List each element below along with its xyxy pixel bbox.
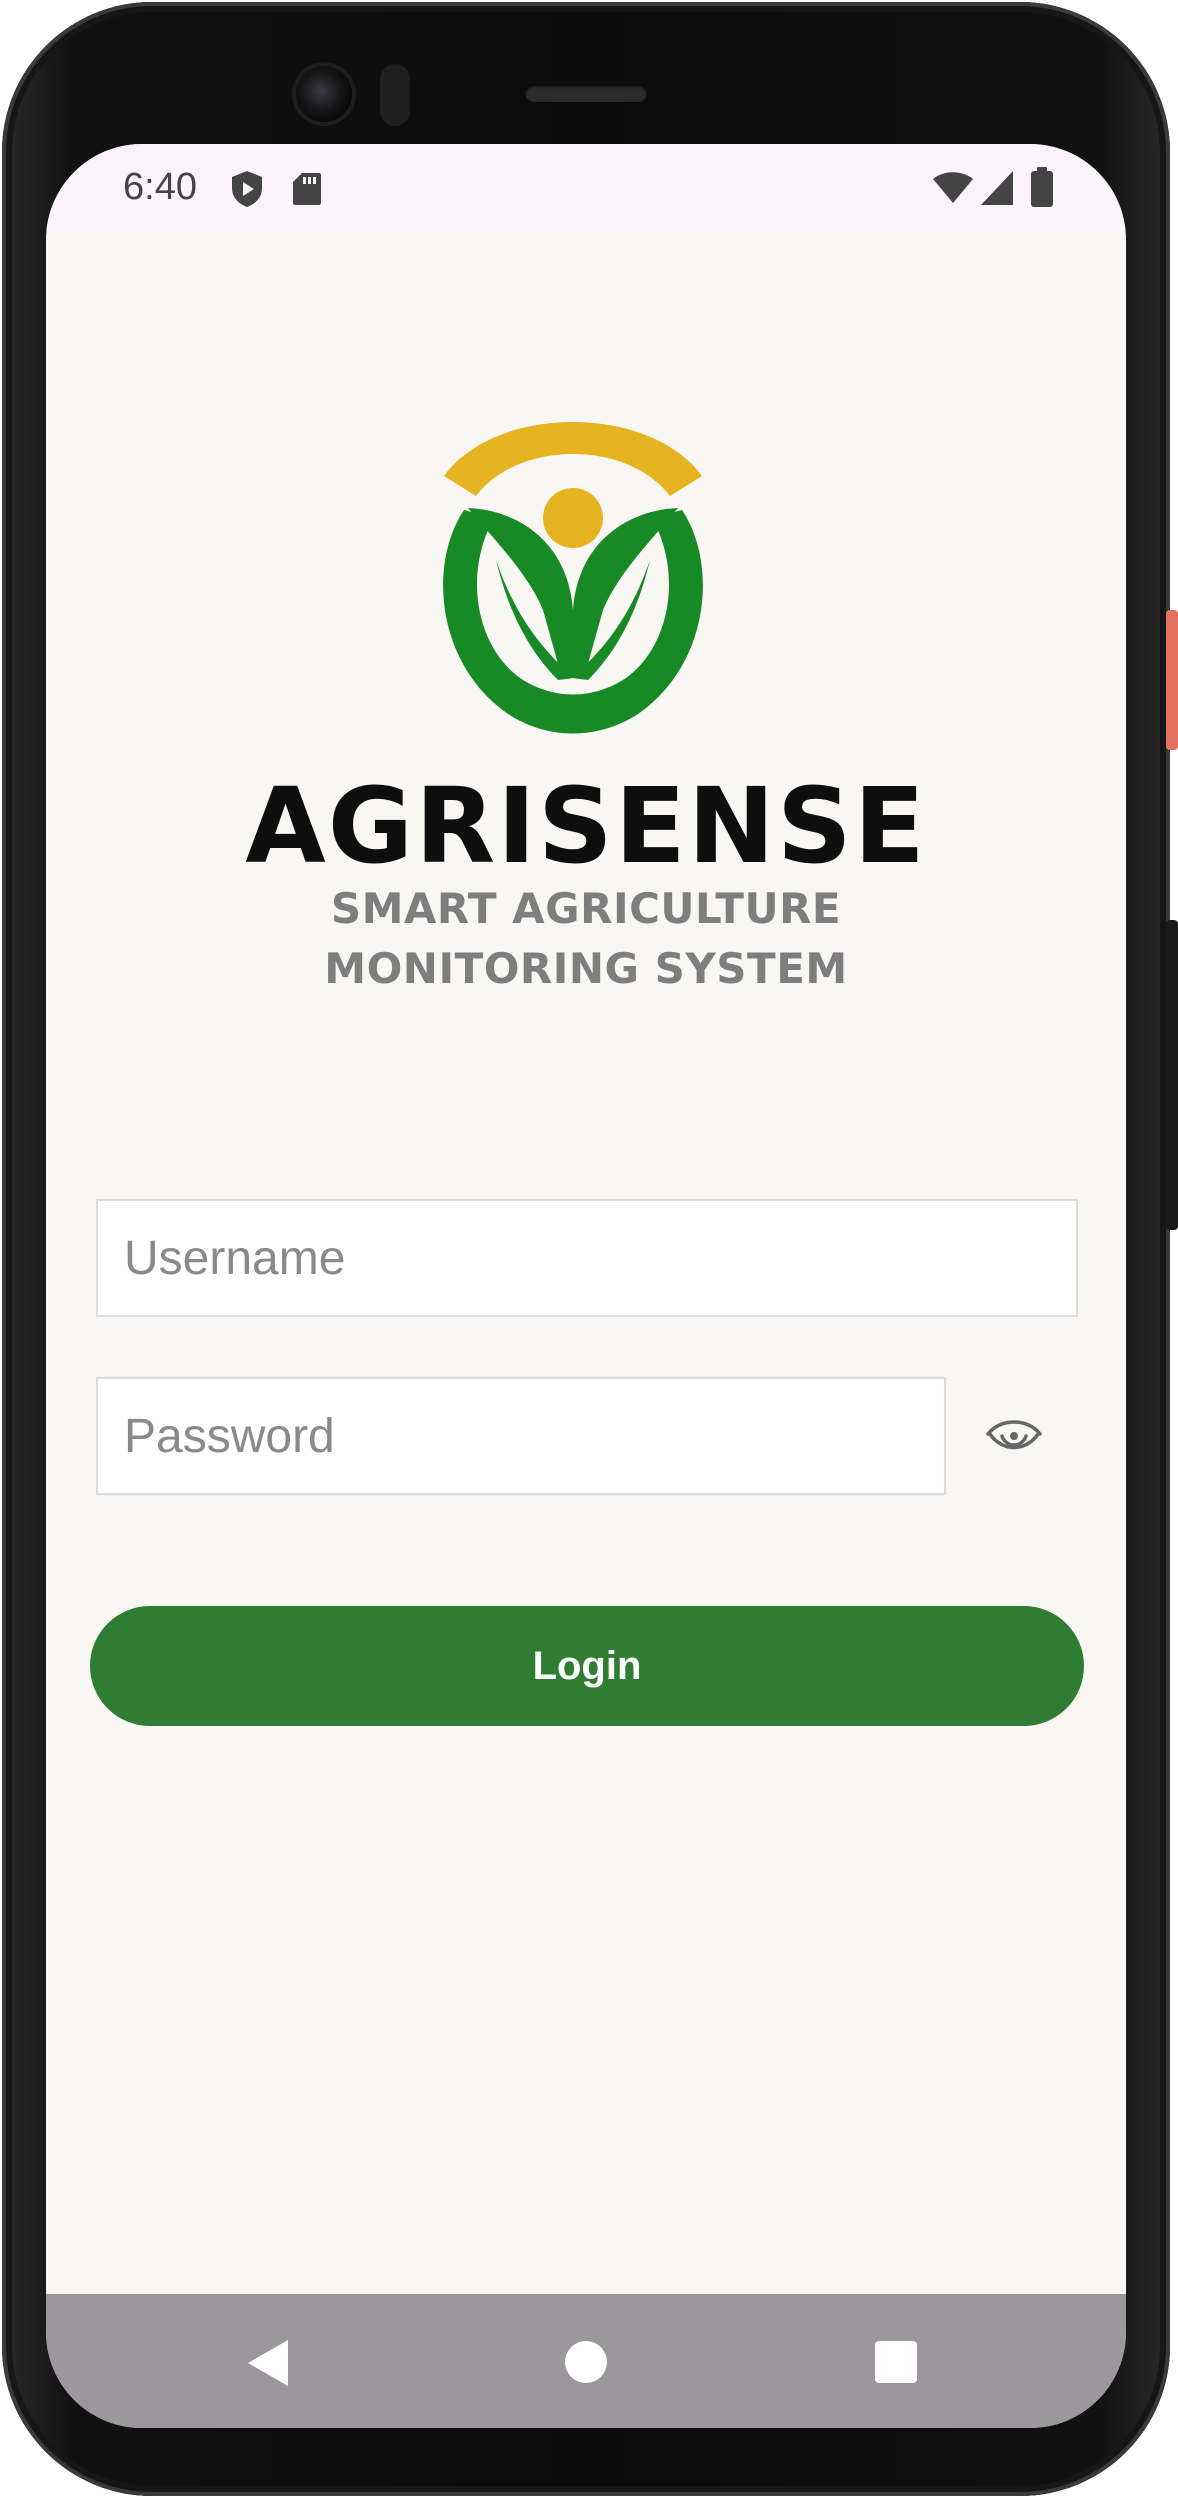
app-screen: 6:40 AGRISENSE SMART AGRICULTURE MONITOR… [46,144,1126,2428]
proximity-sensor [380,64,410,126]
password-field [96,1377,946,1495]
password-visibility-toggle[interactable] [984,1412,1044,1462]
back-icon[interactable] [246,2338,290,2388]
system-nav-bar [46,2294,1126,2428]
password-input[interactable] [98,1379,944,1493]
eye-icon [986,1420,1042,1450]
phone-frame: 6:40 AGRISENSE SMART AGRICULTURE MONITOR… [0,0,1178,2498]
brand-name: AGRISENSE [245,765,927,887]
power-button [1166,610,1178,750]
app-logo: AGRISENSE SMART AGRICULTURE MONITORING S… [46,144,1126,1044]
agrisense-logo-icon [443,422,703,734]
brand-tagline-line2: MONITORING SYSTEM [324,944,848,993]
earpiece-speaker [525,84,647,102]
username-input[interactable] [98,1201,1076,1315]
username-field [96,1199,1078,1317]
brand-tagline-line1: SMART AGRICULTURE [330,884,842,933]
login-button[interactable]: Login [90,1606,1084,1726]
front-camera [296,66,352,122]
home-icon[interactable] [564,2340,608,2384]
recents-icon[interactable] [874,2340,918,2384]
volume-button [1166,920,1178,1230]
